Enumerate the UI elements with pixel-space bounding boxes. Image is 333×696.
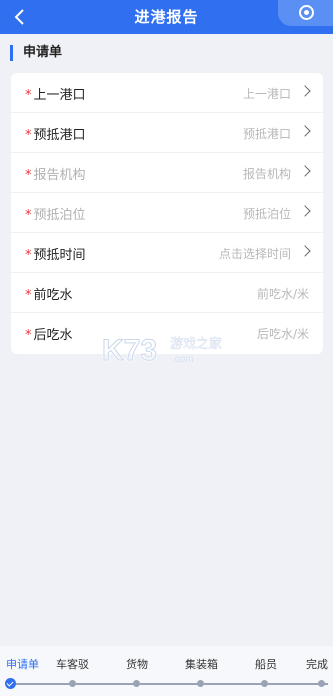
arrival-time-picker: 点击选择时间 xyxy=(218,247,291,261)
field-label: * 预抵港口 xyxy=(25,128,86,143)
field-label: * 预抵泊位 xyxy=(25,208,86,223)
field-label: * 上一港口 xyxy=(25,88,86,103)
field-label: * 后吃水 xyxy=(25,328,73,343)
step-crew[interactable]: 船员 xyxy=(255,656,277,672)
target-icon xyxy=(299,5,314,20)
watermark-logo: K73 K73 游戏之家 .com xyxy=(100,330,240,374)
reporting-agency-value: 报告机构 xyxy=(242,167,291,181)
chevron-right-icon xyxy=(299,85,311,97)
step-dot xyxy=(69,680,76,687)
step-complete[interactable]: 完成 xyxy=(306,656,328,672)
field-label: * 前吃水 xyxy=(25,288,73,303)
step-application[interactable]: 申请单 xyxy=(6,656,39,672)
step-dot xyxy=(261,680,268,687)
step-connector xyxy=(16,683,70,685)
step-connector xyxy=(140,683,198,685)
svg-text:K73: K73 xyxy=(102,334,157,367)
step-dot xyxy=(318,680,325,687)
required-mark: * xyxy=(25,88,32,103)
step-cargo[interactable]: 货物 xyxy=(126,656,148,672)
progress-stepper: 申请单 车客驳 货物 集装箱 船员 完成 xyxy=(0,646,333,696)
fore-draft-input[interactable]: 前吃水/米 xyxy=(257,285,309,302)
check-icon xyxy=(5,678,16,689)
field-label: * 预抵时间 xyxy=(25,248,86,263)
arrival-berth-value: 预抵泊位 xyxy=(242,207,291,221)
field-label: * 报告机构 xyxy=(25,168,86,183)
step-dot xyxy=(197,680,204,687)
form-row-fore-draft[interactable]: * 前吃水 前吃水/米 xyxy=(11,273,323,313)
miniapp-capsule-button[interactable] xyxy=(278,0,333,26)
required-mark: * xyxy=(25,128,32,143)
section-title: 申请单 xyxy=(10,45,62,61)
form-row-arrival-time[interactable]: * 预抵时间 点击选择时间 xyxy=(11,233,323,273)
required-mark: * xyxy=(25,328,32,343)
form-row-arrival-berth[interactable]: * 预抵泊位 预抵泊位 xyxy=(11,193,323,233)
aft-draft-input[interactable]: 后吃水/米 xyxy=(257,325,309,342)
chevron-right-icon xyxy=(299,205,311,217)
step-dot xyxy=(133,680,140,687)
arrival-port-value: 预抵港口 xyxy=(242,127,291,141)
step-container[interactable]: 集装箱 xyxy=(185,656,218,672)
step-connector xyxy=(204,683,262,685)
chevron-right-icon xyxy=(299,165,311,177)
required-mark: * xyxy=(25,248,32,263)
required-mark: * xyxy=(25,288,32,303)
app-header: 进港报告 xyxy=(0,0,333,34)
form-row-previous-port[interactable]: * 上一港口 上一港口 xyxy=(11,73,323,113)
form-row-arrival-port[interactable]: * 预抵港口 预抵港口 xyxy=(11,113,323,153)
previous-port-value: 上一港口 xyxy=(242,87,291,101)
application-form: * 上一港口 上一港口 * 预抵港口 预抵港口 * 报告机构 报告机构 * 预抵泊位 预… xyxy=(11,73,323,354)
required-mark: * xyxy=(25,168,32,183)
chevron-right-icon xyxy=(299,125,311,137)
step-connector xyxy=(76,683,134,685)
step-vehicle-passenger-barge[interactable]: 车客驳 xyxy=(56,656,89,672)
chevron-right-icon xyxy=(299,245,311,257)
svg-text:.com: .com xyxy=(172,354,194,365)
form-row-reporting-agency[interactable]: * 报告机构 报告机构 xyxy=(11,153,323,193)
required-mark: * xyxy=(25,208,32,223)
svg-text:游戏之家: 游戏之家 xyxy=(170,336,222,352)
